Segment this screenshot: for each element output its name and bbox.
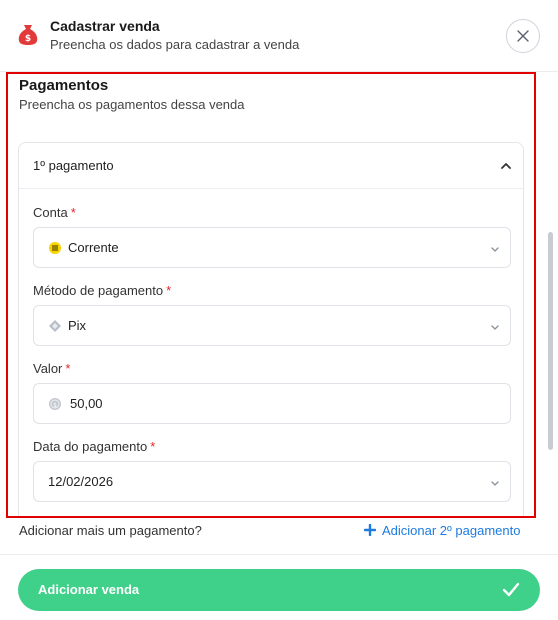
check-icon	[502, 582, 520, 597]
amount-value: 50,00	[70, 396, 103, 411]
svg-text:$: $	[53, 402, 57, 409]
bank-coin-icon	[49, 242, 61, 254]
method-select[interactable]: Pix	[33, 305, 511, 346]
payment-card-header[interactable]: 1º pagamento	[19, 143, 523, 189]
account-select[interactable]: Corrente	[33, 227, 511, 268]
method-label: Método de pagamento *	[33, 283, 172, 298]
footer-divider	[0, 554, 558, 555]
payments-section: Pagamentos Preencha os pagamentos dessa …	[0, 72, 548, 518]
modal-title: Cadastrar venda	[50, 18, 160, 34]
date-select[interactable]: 12/02/2026	[33, 461, 511, 502]
date-label: Data do pagamento *	[33, 439, 156, 454]
chevron-up-icon[interactable]	[499, 159, 513, 173]
account-value: Corrente	[68, 240, 119, 255]
date-value: 12/02/2026	[48, 474, 114, 489]
pix-icon	[49, 320, 61, 332]
method-value: Pix	[68, 318, 87, 333]
scrollbar[interactable]	[548, 232, 553, 450]
payment-card: 1º pagamento Conta * Corrente Método de p…	[18, 142, 524, 518]
modal-header: $ Cadastrar venda Preencha os dados para…	[0, 0, 558, 72]
svg-text:$: $	[25, 34, 31, 44]
submit-label: Adicionar venda	[38, 582, 140, 597]
add-payment-button[interactable]: Adicionar 2º pagamento	[364, 523, 520, 538]
chevron-down-icon	[491, 247, 499, 252]
chevron-down-icon	[491, 481, 499, 486]
amount-input[interactable]: $ 50,00	[33, 383, 511, 424]
submit-sale-button[interactable]: Adicionar venda	[18, 569, 540, 611]
close-icon	[517, 30, 529, 42]
close-button[interactable]	[506, 19, 540, 53]
section-subtitle: Preencha os pagamentos dessa venda	[19, 97, 245, 112]
payment-label: 1º pagamento	[33, 158, 114, 173]
chevron-down-icon	[491, 325, 499, 330]
coin-icon: $	[49, 398, 61, 410]
plus-icon	[364, 524, 376, 536]
account-label: Conta *	[33, 205, 76, 220]
section-title: Pagamentos	[19, 77, 109, 94]
add-payment-row: Adicionar mais um pagamento? Adicionar 2…	[0, 518, 558, 554]
add-payment-label: Adicionar 2º pagamento	[382, 523, 521, 538]
amount-label: Valor *	[33, 361, 71, 376]
add-payment-question: Adicionar mais um pagamento?	[19, 523, 202, 538]
money-bag-icon: $	[18, 25, 38, 45]
modal-subtitle: Preencha os dados para cadastrar a venda	[50, 37, 300, 52]
